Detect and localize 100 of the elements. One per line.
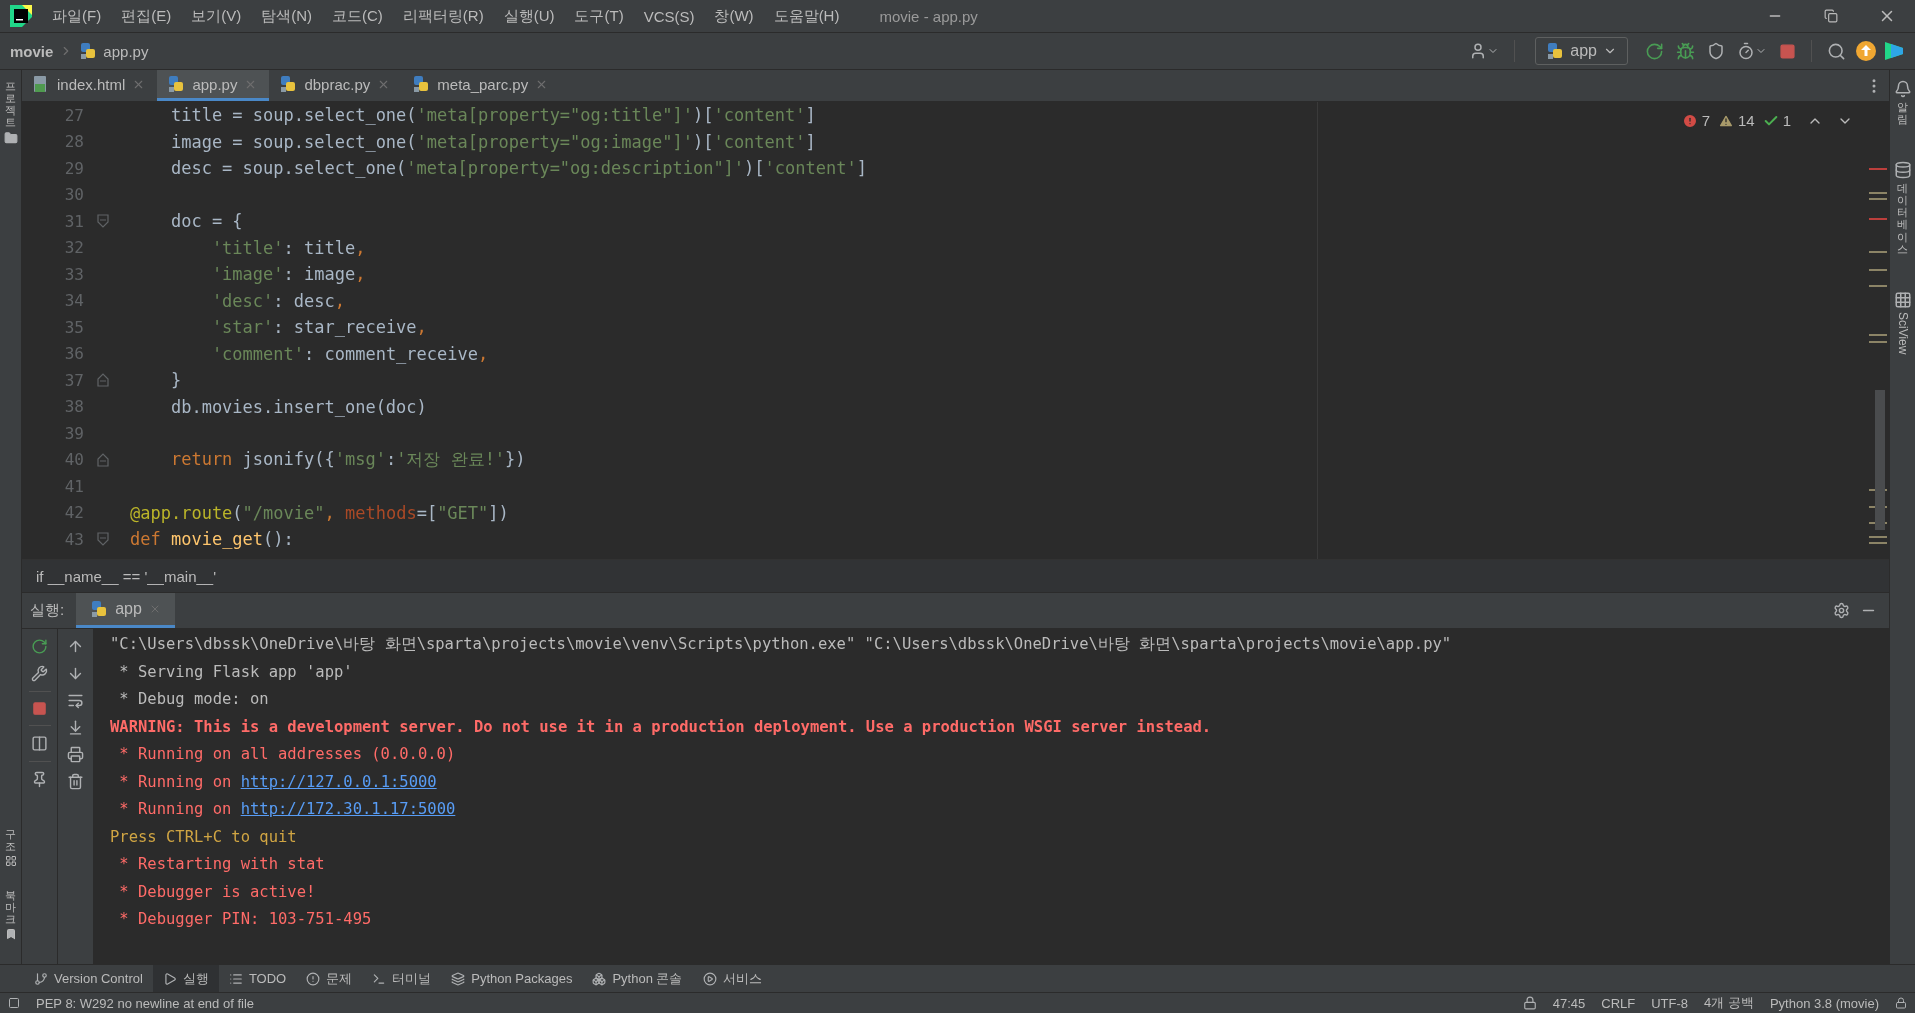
code-line: doc = { [169, 211, 243, 232]
arrow-down-icon[interactable] [67, 665, 84, 682]
file-tab[interactable]: app.py [157, 70, 270, 101]
line-number: 38 [63, 397, 84, 417]
menu-item[interactable]: 탐색(N) [251, 6, 322, 26]
tool-window-tab[interactable]: 터미널 [362, 964, 442, 993]
fold-marker-icon[interactable] [97, 452, 109, 467]
python-file-icon [167, 75, 186, 93]
code-line: db.movies.insert_one(doc) [169, 396, 427, 417]
code-line: 'comment': comment_receive, [210, 343, 489, 364]
file-tab[interactable]: meta_parc.py [402, 70, 561, 101]
scroll-to-end-icon[interactable] [67, 719, 84, 736]
menu-item[interactable]: 파일(F) [42, 6, 112, 26]
status-item[interactable]: 47:45 [1552, 995, 1586, 1011]
wrench-icon[interactable] [31, 665, 48, 682]
tool-window-button[interactable]: SciView [1893, 286, 1912, 359]
shield-icon[interactable] [1707, 42, 1725, 60]
fold-marker-icon[interactable] [97, 214, 109, 229]
lock-icon[interactable] [1895, 997, 1907, 1009]
soft-wrap-icon[interactable] [67, 692, 84, 709]
problems-icon [306, 971, 321, 986]
rerun-icon[interactable] [31, 638, 48, 655]
settings-icon[interactable] [1833, 602, 1850, 619]
toolbox-logo[interactable] [1883, 40, 1905, 62]
tool-window-button[interactable]: 데이터베이스 [1893, 157, 1912, 259]
update-icon[interactable] [1855, 40, 1877, 62]
line-number: 29 [63, 158, 84, 178]
url-link[interactable]: http://172.30.1.17:5000 [240, 800, 456, 818]
lock-icon[interactable] [1522, 996, 1537, 1010]
status-item[interactable]: Python 3.8 (movie) [1769, 995, 1879, 1011]
menu-item[interactable]: 코드(C) [322, 6, 393, 26]
menu-item[interactable]: 창(W) [704, 6, 764, 26]
python-file-icon [412, 75, 431, 93]
menu-item[interactable]: 보기(V) [181, 6, 252, 26]
project-name[interactable]: movie [10, 42, 54, 60]
tool-window-tab[interactable]: TODO [218, 964, 297, 993]
tool-window-tab[interactable]: 실행 [152, 964, 219, 993]
line-number: 28 [63, 132, 84, 152]
search-icon[interactable] [1827, 41, 1846, 61]
tool-window-tab[interactable]: Version Control [24, 964, 153, 993]
tool-window-button[interactable]: 구조 [4, 823, 17, 871]
console-line: Press CTRL+C to quit [110, 826, 298, 848]
console-line: "C:\Users\dbssk\OneDrive\바탕 화면\sparta\projects\movie\venv\Scripts\python.exe" "C:\Users\dbssk\OneDrive\바탕 화면\sparta\projects\movie\app.py" [110, 634, 1453, 655]
stop-icon[interactable] [32, 701, 47, 716]
status-item[interactable]: UTF-8 [1651, 995, 1689, 1011]
fold-marker-icon[interactable] [97, 532, 109, 547]
warning-count[interactable]: 14 [1717, 112, 1755, 129]
printer-icon[interactable] [67, 746, 84, 763]
line-number: 41 [63, 476, 84, 496]
line-number: 34 [63, 291, 84, 311]
typo-count[interactable]: 1 [1762, 112, 1791, 129]
fold-marker-icon[interactable] [97, 373, 109, 388]
error-count[interactable]: 7 [1681, 112, 1710, 129]
file-name[interactable]: app.py [103, 42, 149, 60]
restore-icon[interactable] [1824, 9, 1838, 23]
line-number: 43 [63, 529, 84, 549]
menu-item[interactable]: 편집(E) [111, 6, 182, 26]
line-number: 39 [63, 423, 84, 443]
project-tool-button[interactable]: 프로젝트 [3, 76, 18, 150]
console-line: * Debugger is active! [118, 881, 317, 903]
run-config-dropdown[interactable]: app [1535, 37, 1628, 65]
tool-window-tab[interactable]: Python Packages [441, 964, 583, 993]
line-number: 32 [63, 238, 84, 258]
url-link[interactable]: http://127.0.0.1:5000 [240, 772, 437, 791]
status-item[interactable]: CRLF [1601, 995, 1636, 1011]
menu-item[interactable]: 도움말(H) [763, 6, 850, 26]
menu-item[interactable]: 실행(U) [493, 6, 565, 26]
database-icon [1893, 161, 1912, 180]
trash-icon[interactable] [67, 773, 84, 790]
run-icon [162, 971, 177, 986]
file-tab[interactable]: index.html [22, 70, 158, 101]
tool-window-tab[interactable]: 문제 [296, 964, 363, 993]
code-line: 'image': image, [210, 264, 366, 285]
grid-icon [1893, 290, 1912, 309]
tool-window-button[interactable]: 알림 [1893, 76, 1912, 130]
console-line: * Running on all addresses (0.0.0.0) [118, 744, 457, 765]
tool-window-button[interactable]: 북마크 [4, 884, 17, 944]
stop-icon[interactable] [1779, 42, 1796, 60]
code-line: return jsonify({'msg':'저장 완료!'}) [169, 448, 526, 472]
code-breadcrumb[interactable]: if __name__ == '__main__' [36, 567, 217, 585]
pin-icon[interactable] [31, 771, 48, 788]
code-line: @app.route("/movie", methods=["GET"]) [129, 502, 509, 523]
tool-window-tab[interactable]: Python 콘솔 [582, 964, 693, 993]
file-tab[interactable]: dbprac.py [269, 70, 403, 101]
terminal-icon [372, 971, 387, 986]
python-file-icon [1546, 42, 1565, 60]
menu-item[interactable]: 리팩터링(R) [392, 6, 494, 26]
bug-icon[interactable] [1676, 41, 1695, 61]
status-item[interactable]: 4개 공백 [1704, 994, 1754, 1012]
rerun-icon[interactable] [1645, 41, 1664, 61]
timer-icon[interactable] [1737, 42, 1755, 60]
layers-icon [451, 971, 466, 986]
menu-item[interactable]: VCS(S) [633, 7, 705, 25]
run-tab[interactable]: app [76, 593, 175, 628]
console-line: WARNING: This is a development server. Do not use it in a production deployment. Use a production WSGI server instead. [110, 716, 1213, 738]
menu-item[interactable]: 도구(T) [564, 6, 634, 26]
code-line: desc = soup.select_one('meta[property="og:description"]')['content'] [169, 158, 867, 179]
arrow-up-icon[interactable] [67, 638, 84, 655]
services-icon [702, 971, 717, 986]
tool-window-tab[interactable]: 서비스 [692, 964, 772, 993]
